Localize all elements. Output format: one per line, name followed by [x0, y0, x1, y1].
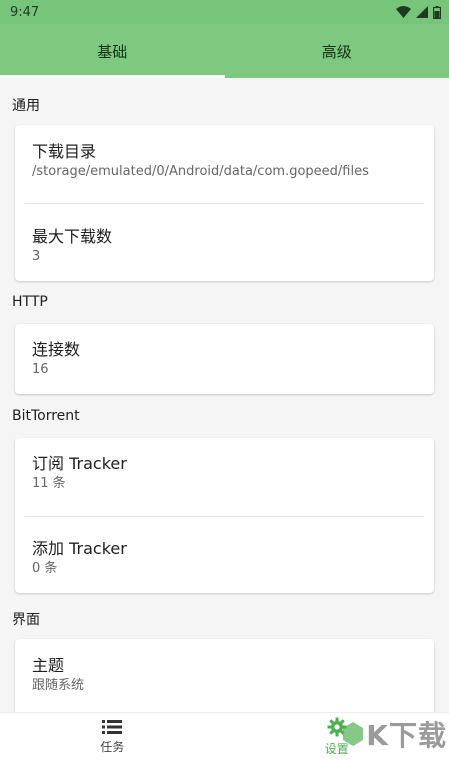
- divider: [25, 203, 424, 204]
- setting-connections[interactable]: 连接数 16: [15, 340, 434, 379]
- setting-download-dir[interactable]: 下载目录 /storage/emulated/0/Android/data/co…: [15, 142, 434, 181]
- divider: [25, 516, 424, 517]
- setting-value: 16: [32, 362, 49, 377]
- battery-icon: [433, 5, 441, 19]
- watermark: K下载: [342, 714, 447, 754]
- nav-tasks-label: 任务: [100, 739, 125, 754]
- status-time: 9:47: [10, 4, 40, 20]
- signal-icon: [416, 6, 428, 18]
- settings-content[interactable]: 通用 下载目录 /storage/emulated/0/Android/data…: [0, 78, 449, 712]
- setting-max-downloads[interactable]: 最大下载数 3: [15, 227, 434, 266]
- setting-title: 最大下载数: [32, 227, 113, 246]
- tab-basic-label: 基础: [97, 42, 128, 61]
- setting-value: 跟随系统: [32, 678, 85, 693]
- watermark-logo-icon: [343, 722, 364, 746]
- tab-advanced-label: 高级: [321, 42, 352, 61]
- setting-value: 3: [32, 249, 41, 264]
- nav-tasks[interactable]: 任务: [0, 713, 225, 760]
- card-general: 下载目录 /storage/emulated/0/Android/data/co…: [15, 125, 434, 281]
- tab-advanced[interactable]: 高级: [225, 24, 449, 78]
- setting-title: 下载目录: [32, 142, 97, 161]
- setting-value: 0 条: [32, 561, 58, 576]
- tab-bar: 基础 高级: [0, 24, 449, 78]
- setting-value: /storage/emulated/0/Android/data/com.gop…: [32, 164, 369, 179]
- setting-theme[interactable]: 主题 跟随系统: [15, 656, 434, 695]
- setting-title: 订阅 Tracker: [32, 454, 127, 473]
- section-title-bittorrent: BitTorrent: [12, 408, 80, 424]
- setting-add-tracker[interactable]: 添加 Tracker 0 条: [15, 539, 434, 578]
- setting-title: 添加 Tracker: [32, 539, 127, 558]
- setting-value: 11 条: [32, 476, 66, 491]
- wifi-icon: [396, 6, 411, 18]
- setting-title: 主题: [32, 656, 65, 675]
- list-icon: [102, 719, 123, 734]
- status-icons: [396, 5, 441, 19]
- status-bar: 9:47: [0, 0, 449, 24]
- card-bittorrent: 订阅 Tracker 11 条 添加 Tracker 0 条: [15, 438, 434, 593]
- tab-basic[interactable]: 基础: [0, 24, 225, 78]
- setting-title: 连接数: [32, 340, 81, 359]
- setting-subscribe-tracker[interactable]: 订阅 Tracker 11 条: [15, 454, 434, 493]
- section-title-ui: 界面: [12, 612, 40, 628]
- card-http: 连接数 16: [15, 324, 434, 394]
- section-title-general: 通用: [12, 98, 40, 114]
- card-ui: 主题 跟随系统: [15, 639, 434, 712]
- watermark-text: K下载: [366, 719, 447, 752]
- section-title-http: HTTP: [12, 294, 48, 310]
